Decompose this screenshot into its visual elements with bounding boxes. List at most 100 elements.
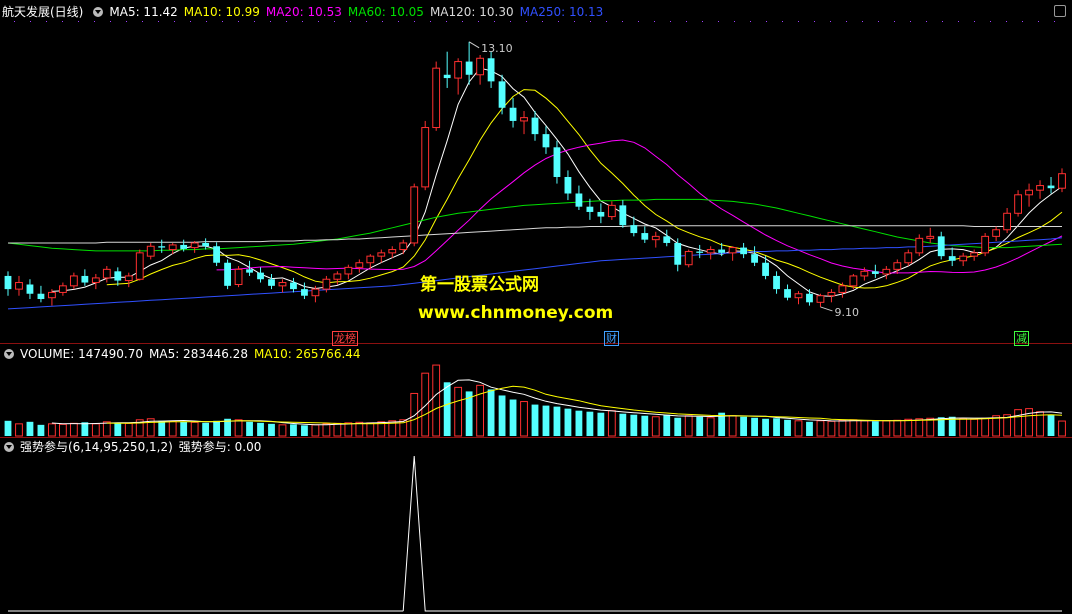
candle-body	[806, 293, 813, 303]
volume-bar	[246, 421, 253, 436]
volume-bar	[1047, 414, 1055, 436]
candle-body	[322, 278, 331, 290]
event-tag-finance[interactable]: 财	[604, 331, 619, 346]
event-tag-reduce[interactable]: 减	[1014, 331, 1029, 346]
candle-body	[1014, 194, 1022, 214]
volume-bar	[860, 420, 869, 437]
volume-bar	[816, 420, 825, 437]
volume-bar	[487, 389, 495, 436]
candle-body	[597, 211, 605, 217]
candle-body	[663, 236, 671, 243]
marker-dot	[862, 21, 863, 22]
candle-body	[15, 282, 23, 290]
volume-bar	[597, 412, 605, 436]
candle-body	[959, 255, 968, 262]
volume-bar	[871, 421, 879, 436]
candle-body	[718, 249, 726, 253]
marker-dot	[510, 21, 511, 22]
marker-dot	[542, 21, 543, 22]
candle-body	[190, 242, 199, 249]
volume-bar	[114, 422, 122, 436]
volume-bar	[333, 422, 342, 437]
volume-bar	[202, 422, 210, 436]
marker-dot	[574, 21, 575, 22]
marker-dot	[174, 21, 175, 22]
candle-body	[762, 262, 769, 276]
volume-bar	[740, 416, 748, 436]
marker-dot	[974, 21, 975, 22]
marker-dot	[494, 21, 495, 22]
marker-dot	[830, 21, 831, 22]
marker-dot	[702, 21, 703, 22]
volume-bar	[553, 406, 561, 436]
marker-dot	[30, 21, 31, 22]
volume-bar	[290, 424, 297, 436]
marker-dot	[750, 21, 751, 22]
candle-body	[860, 270, 869, 277]
event-tag-longbang[interactable]: 龙榜	[332, 331, 358, 346]
volume-bar	[58, 423, 67, 437]
candle-body	[1058, 173, 1066, 189]
price-ma-ma60	[7, 198, 1063, 252]
price-ma-ma120	[8, 225, 1062, 244]
candle-body	[224, 262, 231, 286]
volume-bar	[234, 419, 243, 437]
volume-bar	[630, 414, 638, 436]
candle-body	[48, 291, 56, 299]
candle-body	[619, 205, 627, 226]
marker-dot	[430, 21, 431, 22]
volume-bar	[498, 395, 506, 436]
volume-bar	[432, 364, 441, 437]
marker-dot	[1054, 21, 1055, 22]
candle-body	[168, 244, 177, 251]
marker-dot	[222, 21, 223, 22]
volume-bar	[696, 416, 704, 436]
candle-body	[651, 235, 660, 241]
candle-body	[564, 177, 572, 194]
price-ma-ma20	[216, 139, 1063, 274]
candle-body	[257, 272, 264, 280]
candle-body	[234, 268, 243, 286]
candle-body	[751, 254, 758, 263]
candle-body	[542, 134, 550, 148]
volume-bar	[410, 392, 419, 437]
volume-bar	[728, 415, 737, 437]
candle-body	[992, 229, 1001, 237]
volume-bar	[926, 417, 935, 437]
candle-body	[69, 275, 78, 287]
candle-body	[575, 193, 583, 207]
candle-body	[268, 279, 275, 286]
volume-bar	[168, 420, 177, 437]
low-label: 9.10	[834, 306, 859, 319]
volume-bar	[344, 422, 353, 437]
volume-bar	[959, 418, 968, 437]
candle-body	[630, 225, 638, 234]
candle-body	[871, 271, 879, 274]
marker-dot	[62, 21, 63, 22]
candle-body	[816, 295, 825, 303]
volume-bar	[784, 419, 791, 436]
marker-dot	[1038, 21, 1039, 22]
volume-bar	[575, 410, 583, 436]
marker-dot	[878, 21, 879, 22]
candle-body	[970, 252, 979, 257]
volume-bar	[827, 420, 836, 437]
marker-dot	[590, 21, 591, 22]
volume-bar	[37, 424, 45, 436]
volume-bar	[509, 399, 517, 436]
marker-dot	[926, 21, 927, 22]
candle-body	[509, 107, 517, 121]
marker-dot	[398, 21, 399, 22]
candle-body	[904, 252, 913, 264]
marker-dot	[958, 21, 959, 22]
volume-bar	[48, 423, 56, 437]
volume-bar	[806, 421, 813, 436]
marker-dot	[142, 21, 143, 22]
candle-body	[102, 268, 111, 279]
candle-body	[377, 252, 386, 257]
volume-bar	[970, 418, 979, 437]
candle-body	[553, 147, 561, 177]
marker-dot	[670, 21, 671, 22]
volume-bar	[904, 418, 913, 437]
marker-dot	[942, 21, 943, 22]
